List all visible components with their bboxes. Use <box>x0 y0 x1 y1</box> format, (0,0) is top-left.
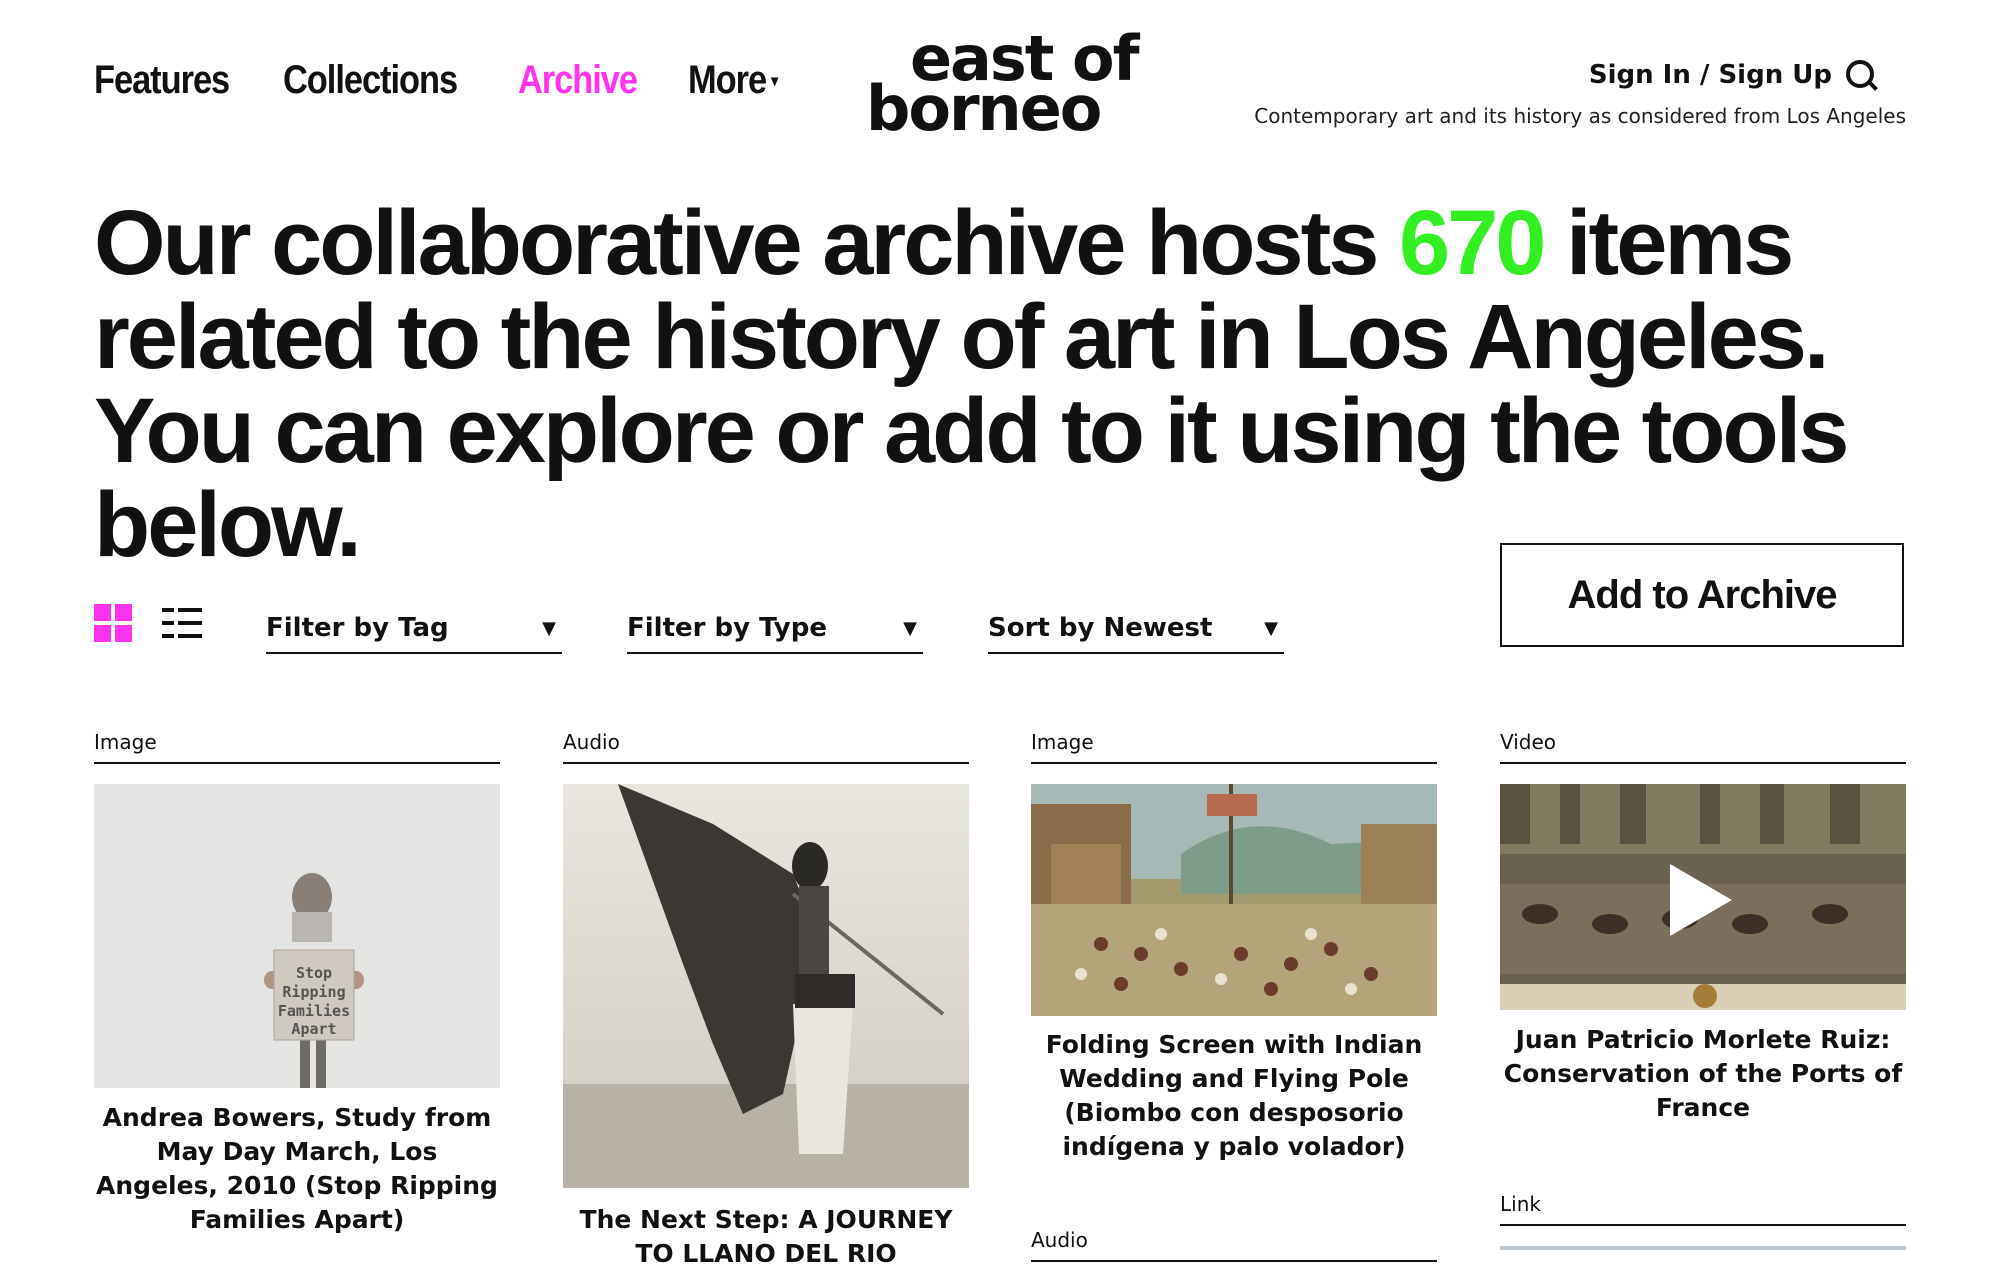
view-toggle <box>94 604 202 642</box>
card-title[interactable]: The Next Step: A JOURNEY TO LLANO DEL RI… <box>563 1203 969 1271</box>
filter-by-type-select[interactable]: Filter by Type ▼ <box>627 604 923 654</box>
page-headline: Our collaborative archive hosts 670 item… <box>94 196 1914 572</box>
svg-text:Apart: Apart <box>291 1020 336 1038</box>
filter-by-tag-select[interactable]: Filter by Tag ▼ <box>266 604 562 654</box>
chevron-down-icon: ▾ <box>771 72 778 90</box>
card-type-label: Video <box>1500 730 1906 764</box>
nav-more[interactable]: More ▾ <box>687 58 778 103</box>
nav-collections[interactable]: Collections <box>283 58 458 103</box>
logo-line2: borneo <box>866 72 1102 145</box>
sort-select[interactable]: Sort by Newest ▼ <box>988 604 1284 654</box>
card-thumbnail[interactable]: Stop Ripping Families Apart <box>94 784 500 1088</box>
video-still <box>1500 784 1906 1010</box>
card-thumbnail[interactable] <box>1031 784 1437 1016</box>
grid-view-icon[interactable] <box>94 604 132 642</box>
main-nav: Features Collections Archive More ▾ <box>94 58 792 103</box>
protest-photo: Stop Ripping Families Apart <box>94 784 500 1088</box>
nav-features[interactable]: Features <box>94 58 230 103</box>
svg-text:Ripping: Ripping <box>282 983 345 1001</box>
card-thumbnail[interactable] <box>563 784 969 1188</box>
card-title[interactable]: Juan Patricio Morlete Ruiz: Conservation… <box>1500 1023 1906 1125</box>
filter-type-label: Filter by Type <box>627 613 827 643</box>
card-title[interactable]: Folding Screen with Indian Wedding and F… <box>1031 1028 1437 1164</box>
folding-screen-painting <box>1031 784 1437 1016</box>
dropdown-arrow-icon: ▼ <box>542 617 556 639</box>
search-icon[interactable] <box>1844 58 1878 92</box>
sort-label: Sort by Newest <box>988 613 1213 643</box>
card-type-label: Link <box>1500 1192 1906 1226</box>
site-logo[interactable]: east of borneo <box>866 22 1146 145</box>
card-type-label: Image <box>1031 730 1437 764</box>
signin-link[interactable]: Sign In / Sign Up <box>1589 60 1832 90</box>
filter-tag-label: Filter by Tag <box>266 613 449 643</box>
site-tagline: Contemporary art and its history as cons… <box>1254 104 1906 128</box>
account-area: Sign In / Sign Up <box>1589 58 1878 92</box>
dropdown-arrow-icon: ▼ <box>903 617 917 639</box>
svg-text:Stop: Stop <box>296 964 332 982</box>
svg-text:Families: Families <box>278 1002 350 1020</box>
nav-archive[interactable]: Archive <box>518 58 638 103</box>
item-count: 670 <box>1398 192 1546 294</box>
card-type-label: Audio <box>1031 1228 1437 1262</box>
add-to-archive-label: Add to Archive <box>1567 572 1838 617</box>
list-view-icon[interactable] <box>162 608 202 638</box>
card-title[interactable]: Andrea Bowers, Study from May Day March,… <box>94 1101 500 1237</box>
card-thumbnail[interactable] <box>1500 784 1906 1010</box>
archive-page: Features Collections Archive More ▾ east… <box>0 0 2000 1268</box>
card-type-label: Image <box>94 730 500 764</box>
headline-before: Our collaborative archive hosts <box>94 192 1399 294</box>
card-thumbnail[interactable] <box>1500 1246 1906 1250</box>
add-to-archive-button[interactable]: Add to Archive <box>1500 543 1904 647</box>
card-type-label: Audio <box>563 730 969 764</box>
dropdown-arrow-icon: ▼ <box>1264 617 1278 639</box>
nav-more-label: More <box>687 58 767 102</box>
flag-woman-photo <box>563 784 969 1188</box>
